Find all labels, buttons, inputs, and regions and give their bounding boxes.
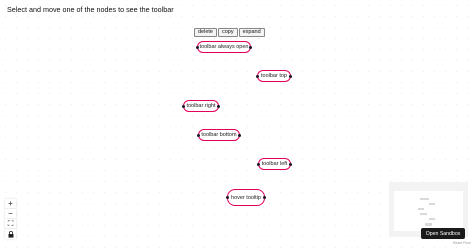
node-label: toolbar left <box>261 161 288 167</box>
node-toolbar-always-open[interactable]: toolbar always open <box>196 41 252 53</box>
node-label: toolbar bottom <box>201 132 237 138</box>
node-handle-right[interactable] <box>249 45 252 49</box>
node-label: hover tooltip <box>231 194 261 201</box>
node-toolbar: delete copy expand <box>194 28 265 37</box>
node-label: toolbar always open <box>199 44 249 50</box>
zoom-in-button[interactable]: + <box>5 199 16 209</box>
node-handle-left[interactable] <box>197 133 200 137</box>
node-handle-right[interactable] <box>289 162 292 166</box>
node-handle-right[interactable] <box>238 133 241 137</box>
lock-icon[interactable] <box>5 229 16 239</box>
expand-button[interactable]: expand <box>238 28 265 37</box>
node-handle-right[interactable] <box>217 104 220 108</box>
node-hover-tooltip[interactable]: hover tooltip <box>226 189 266 206</box>
node-handle-left[interactable] <box>196 45 199 49</box>
node-toolbar-left[interactable]: toolbar left <box>257 158 292 170</box>
node-toolbar-top[interactable]: toolbar top <box>256 70 292 82</box>
flow-controls: + − ⛶ <box>5 199 16 239</box>
node-handle-left[interactable] <box>257 162 260 166</box>
node-toolbar-right[interactable]: toolbar right <box>182 100 220 112</box>
node-label: toolbar right <box>186 103 216 109</box>
node-label: toolbar top <box>261 73 287 79</box>
zoom-out-button[interactable]: − <box>5 209 16 219</box>
node-toolbar-bottom[interactable]: toolbar bottom <box>197 129 241 141</box>
page-heading: Select and move one of the nodes to see … <box>7 5 174 14</box>
node-handle-left[interactable] <box>226 196 229 199</box>
copy-button[interactable]: copy <box>218 28 238 37</box>
node-handle-right[interactable] <box>289 74 292 78</box>
delete-button[interactable]: delete <box>194 28 217 37</box>
fit-view-icon[interactable]: ⛶ <box>5 219 16 229</box>
node-handle-left[interactable] <box>256 74 259 78</box>
node-handle-left[interactable] <box>182 104 185 108</box>
attribution-link[interactable]: React Flow <box>453 241 471 245</box>
open-sandbox-button[interactable]: Open Sandbox <box>421 228 465 239</box>
node-handle-right[interactable] <box>263 196 266 199</box>
